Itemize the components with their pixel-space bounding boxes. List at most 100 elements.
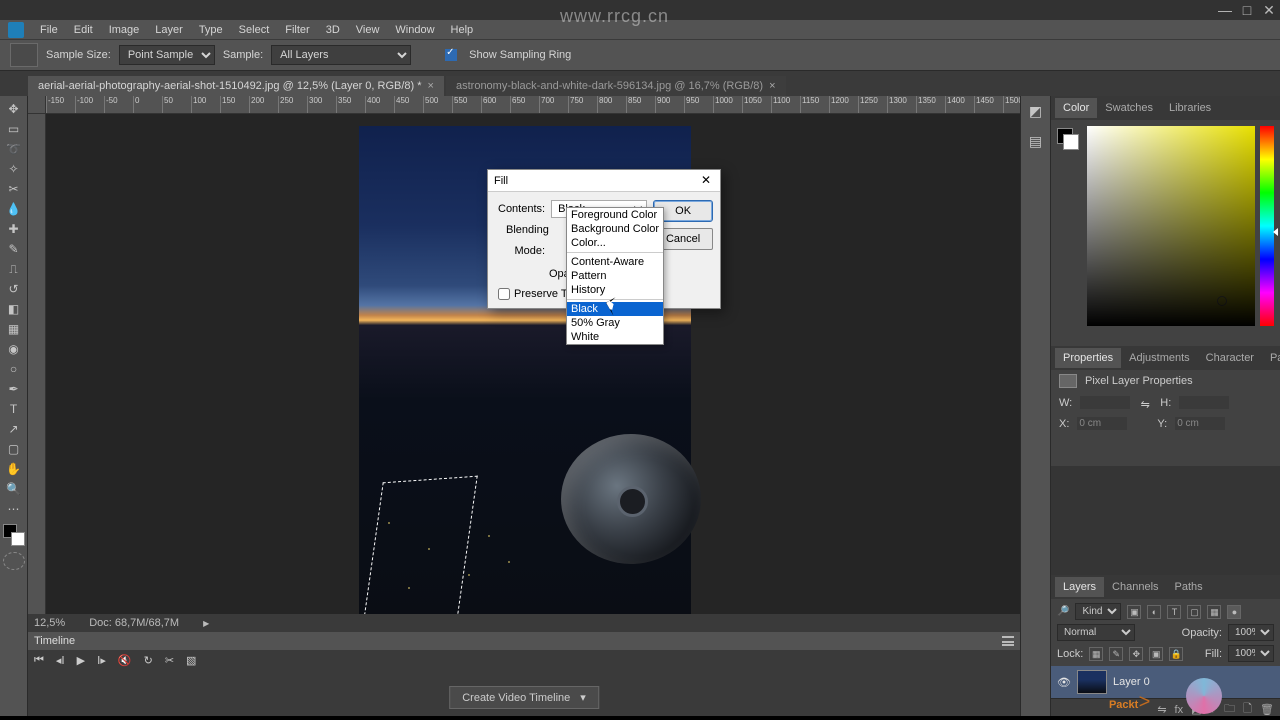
fill-select[interactable]: 100% xyxy=(1228,645,1274,662)
filter-adjust-icon[interactable]: ◐ xyxy=(1147,605,1161,619)
pen-tool-icon[interactable]: ✒ xyxy=(3,380,25,398)
hue-slider[interactable] xyxy=(1260,126,1274,326)
sample-select[interactable]: All Layers xyxy=(271,45,411,65)
dropdown-option[interactable]: Foreground Color xyxy=(567,208,663,222)
visibility-icon[interactable]: 👁 xyxy=(1057,676,1071,689)
dropdown-option[interactable]: Background Color xyxy=(567,222,663,236)
layer-thumbnail[interactable] xyxy=(1077,670,1107,694)
transition-icon[interactable]: ▧ xyxy=(186,654,196,667)
document-tab-active[interactable]: aerial-aerial-photography-aerial-shot-15… xyxy=(28,76,444,96)
lock-position-icon[interactable]: ✎ xyxy=(1109,647,1123,661)
close-tab-icon[interactable]: × xyxy=(428,80,434,92)
filter-kind-select[interactable]: Kind xyxy=(1075,603,1121,620)
zoom-level[interactable]: 12,5% xyxy=(34,617,65,629)
panel-menu-icon[interactable] xyxy=(1002,636,1014,646)
dropdown-option[interactable]: 50% Gray xyxy=(567,316,663,330)
hand-tool-icon[interactable]: ✋ xyxy=(3,460,25,478)
close-icon[interactable]: ✕ xyxy=(698,173,714,189)
goto-first-icon[interactable]: ⏮ xyxy=(34,654,44,667)
tab-channels[interactable]: Channels xyxy=(1104,577,1166,597)
filter-smart-icon[interactable]: ▦ xyxy=(1207,605,1221,619)
history-panel-icon[interactable]: ◩ xyxy=(1025,100,1047,122)
menu-filter[interactable]: Filter xyxy=(277,24,317,36)
next-frame-icon[interactable]: Ⅰ▸ xyxy=(97,654,106,667)
link-layers-icon[interactable]: ⇋ xyxy=(1157,703,1166,716)
minimize-icon[interactable]: — xyxy=(1218,3,1232,17)
color-panel-swatch[interactable] xyxy=(1057,128,1079,150)
blend-mode-select[interactable]: Normal xyxy=(1057,624,1135,641)
tab-swatches[interactable]: Swatches xyxy=(1097,98,1161,118)
filter-type-icon[interactable]: T xyxy=(1167,605,1181,619)
width-input[interactable] xyxy=(1080,396,1130,409)
layer-row[interactable]: 👁 Layer 0 xyxy=(1051,666,1280,698)
tab-color[interactable]: Color xyxy=(1055,98,1097,118)
x-input[interactable] xyxy=(1077,417,1127,430)
dropdown-option[interactable]: White xyxy=(567,330,663,344)
link-wh-icon[interactable]: ⇋ xyxy=(1138,398,1152,408)
lock-all-icon[interactable]: 🔒 xyxy=(1169,647,1183,661)
play-icon[interactable]: ▶ xyxy=(77,654,85,667)
tab-layers[interactable]: Layers xyxy=(1055,577,1104,597)
layer-name[interactable]: Layer 0 xyxy=(1113,676,1150,688)
zoom-tool-icon[interactable]: 🔍 xyxy=(3,480,25,498)
color-swatch[interactable] xyxy=(3,524,25,546)
heal-tool-icon[interactable]: ✚ xyxy=(3,220,25,238)
lock-pixels-icon[interactable]: ▦ xyxy=(1089,647,1103,661)
audio-icon[interactable]: 🔇 xyxy=(118,654,132,667)
dodge-tool-icon[interactable]: ○ xyxy=(3,360,25,378)
actions-panel-icon[interactable]: ▤ xyxy=(1025,130,1047,152)
dropdown-option-selected[interactable]: Black xyxy=(567,302,663,316)
tab-adjustments[interactable]: Adjustments xyxy=(1121,348,1198,368)
search-icon[interactable]: 🔎 xyxy=(1057,606,1069,617)
opacity-select[interactable]: 100% xyxy=(1228,624,1274,641)
crop-tool-icon[interactable]: ✂ xyxy=(3,180,25,198)
layer-fx-icon[interactable]: fx xyxy=(1175,704,1184,716)
lock-artboard-icon[interactable]: ▣ xyxy=(1149,647,1163,661)
edit-toolbar-icon[interactable]: ⋯ xyxy=(3,500,25,518)
tab-libraries[interactable]: Libraries xyxy=(1161,98,1219,118)
menu-select[interactable]: Select xyxy=(231,24,278,36)
maximize-icon[interactable]: □ xyxy=(1240,3,1254,17)
menu-image[interactable]: Image xyxy=(101,24,148,36)
dialog-titlebar[interactable]: Fill ✕ xyxy=(488,170,720,192)
close-window-icon[interactable]: ✕ xyxy=(1262,3,1276,17)
show-ring-checkbox[interactable] xyxy=(445,49,457,61)
menu-window[interactable]: Window xyxy=(387,24,442,36)
hue-handle[interactable] xyxy=(1273,228,1278,236)
dropdown-option[interactable]: Color... xyxy=(567,236,663,250)
color-picker-handle[interactable] xyxy=(1217,296,1227,306)
eyedropper-tool-icon[interactable] xyxy=(10,43,38,67)
filter-pixel-icon[interactable]: ▣ xyxy=(1127,605,1141,619)
tab-paragraph[interactable]: Paragraph xyxy=(1262,348,1280,368)
brush-tool-icon[interactable]: ✎ xyxy=(3,240,25,258)
text-tool-icon[interactable]: T xyxy=(3,400,25,418)
y-input[interactable] xyxy=(1175,417,1225,430)
gradient-tool-icon[interactable]: ▦ xyxy=(3,320,25,338)
history-brush-icon[interactable]: ↺ xyxy=(3,280,25,298)
path-tool-icon[interactable]: ↗ xyxy=(3,420,25,438)
menu-view[interactable]: View xyxy=(348,24,388,36)
trash-icon[interactable]: 🗑 xyxy=(1260,703,1274,716)
preserve-transparency-checkbox[interactable] xyxy=(498,288,510,300)
tab-character[interactable]: Character xyxy=(1198,348,1262,368)
lasso-tool-icon[interactable]: ➰ xyxy=(3,140,25,158)
color-field[interactable] xyxy=(1087,126,1255,326)
eyedropper-tool-icon[interactable]: 💧 xyxy=(3,200,25,218)
dropdown-option[interactable]: Pattern xyxy=(567,269,663,283)
sample-size-select[interactable]: Point Sample xyxy=(119,45,215,65)
menu-3d[interactable]: 3D xyxy=(318,24,348,36)
split-icon[interactable]: ✂ xyxy=(165,654,174,667)
document-tab[interactable]: astronomy-black-and-white-dark-596134.jp… xyxy=(446,76,786,96)
move-tool-icon[interactable]: ✥ xyxy=(3,100,25,118)
shape-tool-icon[interactable]: ▢ xyxy=(3,440,25,458)
loop-icon[interactable]: ↻ xyxy=(144,654,153,667)
menu-help[interactable]: Help xyxy=(443,24,482,36)
dropdown-option[interactable]: History xyxy=(567,283,663,297)
filter-toggle-icon[interactable]: ● xyxy=(1227,605,1241,619)
blur-tool-icon[interactable]: ◉ xyxy=(3,340,25,358)
menu-edit[interactable]: Edit xyxy=(66,24,101,36)
tab-properties[interactable]: Properties xyxy=(1055,348,1121,368)
quickmask-icon[interactable] xyxy=(3,552,25,570)
tab-paths[interactable]: Paths xyxy=(1167,577,1211,597)
menu-file[interactable]: File xyxy=(32,24,66,36)
